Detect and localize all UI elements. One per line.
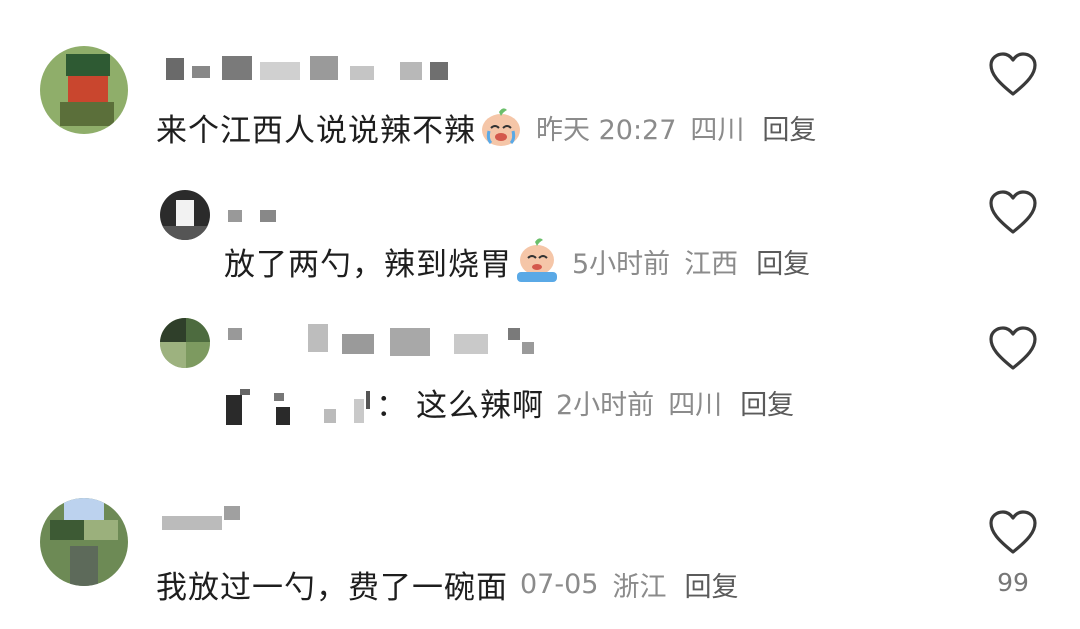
reply-separator: ： xyxy=(376,388,408,424)
avatar[interactable] xyxy=(160,190,210,240)
like-button[interactable] xyxy=(988,190,1038,236)
avatar[interactable] xyxy=(160,318,210,368)
comment-text: 我放过一勺，费了一碗面 xyxy=(156,570,508,606)
heart-outline-icon xyxy=(989,190,1037,234)
avatar[interactable] xyxy=(40,498,128,586)
reply-text: 放了两勺，辣到烧胃 xyxy=(224,246,512,283)
heart-outline-icon xyxy=(989,510,1037,554)
reply-button[interactable]: 回复 xyxy=(762,108,816,147)
masked-username xyxy=(226,324,546,364)
masked-username xyxy=(160,500,280,540)
like-count: 99 xyxy=(997,568,1029,597)
comment-location: 浙江 xyxy=(612,572,667,603)
comment-time: 昨天 20:27 xyxy=(536,114,677,146)
avatar[interactable] xyxy=(40,46,128,134)
crying-face-emoji xyxy=(478,104,524,150)
comment-time: 07-05 xyxy=(520,569,599,600)
masked-reply-target xyxy=(226,383,376,425)
crying-face-emoji xyxy=(514,238,560,284)
heart-outline-icon xyxy=(989,52,1037,96)
comment-text: 来个江西人说说辣不辣 xyxy=(156,112,476,149)
comment-location: 四川 xyxy=(690,114,745,146)
like-button[interactable] xyxy=(988,510,1038,556)
like-button[interactable] xyxy=(988,52,1038,98)
reply-location: 江西 xyxy=(684,248,739,280)
reply-location: 四川 xyxy=(668,390,723,421)
reply-button[interactable]: 回复 xyxy=(740,383,794,422)
reply-time: 2小时前 xyxy=(556,390,655,421)
reply-time: 5小时前 xyxy=(572,248,671,280)
heart-outline-icon xyxy=(989,326,1037,370)
masked-username xyxy=(160,48,460,88)
masked-username xyxy=(226,200,306,240)
reply-text: 这么辣啊 xyxy=(416,388,544,424)
reply-button[interactable]: 回复 xyxy=(684,565,738,604)
reply-button[interactable]: 回复 xyxy=(756,242,810,281)
like-button[interactable] xyxy=(988,326,1038,372)
